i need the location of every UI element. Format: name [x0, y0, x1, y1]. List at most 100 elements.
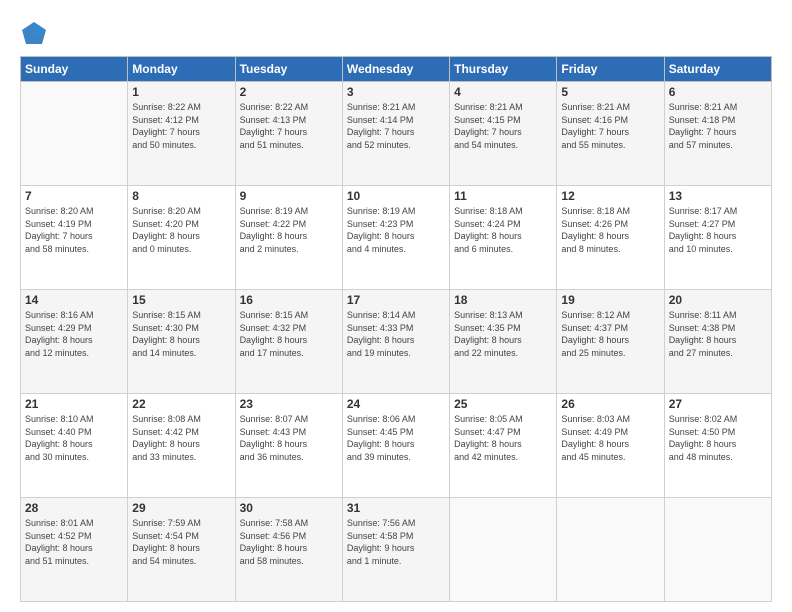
day-content: Sunrise: 8:22 AMSunset: 4:13 PMDaylight:… [240, 101, 338, 151]
day-number: 19 [561, 293, 659, 307]
calendar-cell: 24 Sunrise: 8:06 AMSunset: 4:45 PMDayligh… [342, 394, 449, 498]
calendar-cell: 12 Sunrise: 8:18 AMSunset: 4:26 PMDayligh… [557, 186, 664, 290]
week-row-2: 7 Sunrise: 8:20 AMSunset: 4:19 PMDaylight… [21, 186, 772, 290]
calendar-cell: 18 Sunrise: 8:13 AMSunset: 4:35 PMDayligh… [450, 290, 557, 394]
weekday-header-saturday: Saturday [664, 57, 771, 82]
day-content: Sunrise: 8:19 AMSunset: 4:23 PMDaylight:… [347, 205, 445, 255]
weekday-header-friday: Friday [557, 57, 664, 82]
weekday-header-sunday: Sunday [21, 57, 128, 82]
day-content: Sunrise: 8:15 AMSunset: 4:32 PMDaylight:… [240, 309, 338, 359]
day-content: Sunrise: 7:58 AMSunset: 4:56 PMDaylight:… [240, 517, 338, 567]
calendar-cell: 25 Sunrise: 8:05 AMSunset: 4:47 PMDayligh… [450, 394, 557, 498]
calendar-cell: 10 Sunrise: 8:19 AMSunset: 4:23 PMDayligh… [342, 186, 449, 290]
calendar-cell: 19 Sunrise: 8:12 AMSunset: 4:37 PMDayligh… [557, 290, 664, 394]
calendar-cell: 11 Sunrise: 8:18 AMSunset: 4:24 PMDayligh… [450, 186, 557, 290]
day-number: 11 [454, 189, 552, 203]
logo-icon [20, 20, 48, 48]
day-number: 24 [347, 397, 445, 411]
calendar-cell: 16 Sunrise: 8:15 AMSunset: 4:32 PMDayligh… [235, 290, 342, 394]
week-row-3: 14Sunrise: 8:16 AMSunset: 4:29 PMDayligh… [21, 290, 772, 394]
day-number: 16 [240, 293, 338, 307]
weekday-header-tuesday: Tuesday [235, 57, 342, 82]
weekday-header-monday: Monday [128, 57, 235, 82]
day-content: Sunrise: 8:12 AMSunset: 4:37 PMDaylight:… [561, 309, 659, 359]
day-number: 25 [454, 397, 552, 411]
day-number: 18 [454, 293, 552, 307]
day-content: Sunrise: 8:02 AMSunset: 4:50 PMDaylight:… [669, 413, 767, 463]
day-number: 15 [132, 293, 230, 307]
day-content: Sunrise: 7:59 AMSunset: 4:54 PMDaylight:… [132, 517, 230, 567]
day-number: 27 [669, 397, 767, 411]
calendar-cell [557, 498, 664, 602]
header [20, 16, 772, 48]
calendar-cell: 23 Sunrise: 8:07 AMSunset: 4:43 PMDayligh… [235, 394, 342, 498]
calendar-cell: 13 Sunrise: 8:17 AMSunset: 4:27 PMDayligh… [664, 186, 771, 290]
day-content: Sunrise: 8:13 AMSunset: 4:35 PMDaylight:… [454, 309, 552, 359]
day-number: 5 [561, 85, 659, 99]
day-content: Sunrise: 8:18 AMSunset: 4:26 PMDaylight:… [561, 205, 659, 255]
day-number: 3 [347, 85, 445, 99]
day-content: Sunrise: 8:08 AMSunset: 4:42 PMDaylight:… [132, 413, 230, 463]
calendar-cell: 9Sunrise: 8:19 AMSunset: 4:22 PMDaylight… [235, 186, 342, 290]
calendar: SundayMondayTuesdayWednesdayThursdayFrid… [20, 56, 772, 602]
calendar-cell: 1 Sunrise: 8:22 AMSunset: 4:12 PMDaylight… [128, 82, 235, 186]
day-number: 13 [669, 189, 767, 203]
calendar-cell: 22 Sunrise: 8:08 AMSunset: 4:42 PMDayligh… [128, 394, 235, 498]
day-content: Sunrise: 8:15 AMSunset: 4:30 PMDaylight:… [132, 309, 230, 359]
calendar-cell: 31Sunrise: 7:56 AMSunset: 4:58 PMDayligh… [342, 498, 449, 602]
day-number: 21 [25, 397, 123, 411]
calendar-cell: 5 Sunrise: 8:21 AMSunset: 4:16 PMDaylight… [557, 82, 664, 186]
day-content: Sunrise: 8:10 AMSunset: 4:40 PMDaylight:… [25, 413, 123, 463]
day-number: 1 [132, 85, 230, 99]
day-content: Sunrise: 8:17 AMSunset: 4:27 PMDaylight:… [669, 205, 767, 255]
logo [20, 20, 52, 48]
calendar-cell: 8Sunrise: 8:20 AMSunset: 4:20 PMDaylight… [128, 186, 235, 290]
day-number: 10 [347, 189, 445, 203]
day-number: 7 [25, 189, 123, 203]
calendar-cell [21, 82, 128, 186]
day-number: 17 [347, 293, 445, 307]
calendar-cell: 14Sunrise: 8:16 AMSunset: 4:29 PMDayligh… [21, 290, 128, 394]
day-number: 23 [240, 397, 338, 411]
day-number: 30 [240, 501, 338, 515]
calendar-cell: 6Sunrise: 8:21 AMSunset: 4:18 PMDaylight… [664, 82, 771, 186]
day-content: Sunrise: 8:22 AMSunset: 4:12 PMDaylight:… [132, 101, 230, 151]
week-row-1: 1 Sunrise: 8:22 AMSunset: 4:12 PMDaylight… [21, 82, 772, 186]
calendar-body: 1 Sunrise: 8:22 AMSunset: 4:12 PMDaylight… [21, 82, 772, 602]
day-content: Sunrise: 8:11 AMSunset: 4:38 PMDaylight:… [669, 309, 767, 359]
calendar-cell: 20 Sunrise: 8:11 AMSunset: 4:38 PMDayligh… [664, 290, 771, 394]
weekday-header-thursday: Thursday [450, 57, 557, 82]
day-content: Sunrise: 8:16 AMSunset: 4:29 PMDaylight:… [25, 309, 123, 359]
day-content: Sunrise: 8:21 AMSunset: 4:14 PMDaylight:… [347, 101, 445, 151]
day-content: Sunrise: 8:21 AMSunset: 4:16 PMDaylight:… [561, 101, 659, 151]
day-number: 4 [454, 85, 552, 99]
weekday-header-wednesday: Wednesday [342, 57, 449, 82]
calendar-cell [450, 498, 557, 602]
calendar-cell: 30 Sunrise: 7:58 AMSunset: 4:56 PMDayligh… [235, 498, 342, 602]
calendar-cell: 7 Sunrise: 8:20 AMSunset: 4:19 PMDaylight… [21, 186, 128, 290]
day-number: 6 [669, 85, 767, 99]
day-content: Sunrise: 8:05 AMSunset: 4:47 PMDaylight:… [454, 413, 552, 463]
day-content: Sunrise: 8:19 AMSunset: 4:22 PMDaylight:… [240, 205, 338, 255]
calendar-cell: 2 Sunrise: 8:22 AMSunset: 4:13 PMDaylight… [235, 82, 342, 186]
day-content: Sunrise: 8:20 AMSunset: 4:19 PMDaylight:… [25, 205, 123, 255]
calendar-cell [664, 498, 771, 602]
day-number: 28 [25, 501, 123, 515]
day-number: 29 [132, 501, 230, 515]
day-number: 2 [240, 85, 338, 99]
day-number: 26 [561, 397, 659, 411]
day-number: 20 [669, 293, 767, 307]
day-content: Sunrise: 8:03 AMSunset: 4:49 PMDaylight:… [561, 413, 659, 463]
day-content: Sunrise: 8:18 AMSunset: 4:24 PMDaylight:… [454, 205, 552, 255]
day-content: Sunrise: 8:14 AMSunset: 4:33 PMDaylight:… [347, 309, 445, 359]
calendar-cell: 27 Sunrise: 8:02 AMSunset: 4:50 PMDayligh… [664, 394, 771, 498]
calendar-header: SundayMondayTuesdayWednesdayThursdayFrid… [21, 57, 772, 82]
day-content: Sunrise: 8:07 AMSunset: 4:43 PMDaylight:… [240, 413, 338, 463]
calendar-cell: 15 Sunrise: 8:15 AMSunset: 4:30 PMDayligh… [128, 290, 235, 394]
calendar-cell: 21 Sunrise: 8:10 AMSunset: 4:40 PMDayligh… [21, 394, 128, 498]
calendar-cell: 26 Sunrise: 8:03 AMSunset: 4:49 PMDayligh… [557, 394, 664, 498]
day-content: Sunrise: 8:06 AMSunset: 4:45 PMDaylight:… [347, 413, 445, 463]
calendar-cell: 17 Sunrise: 8:14 AMSunset: 4:33 PMDayligh… [342, 290, 449, 394]
day-number: 12 [561, 189, 659, 203]
day-number: 22 [132, 397, 230, 411]
